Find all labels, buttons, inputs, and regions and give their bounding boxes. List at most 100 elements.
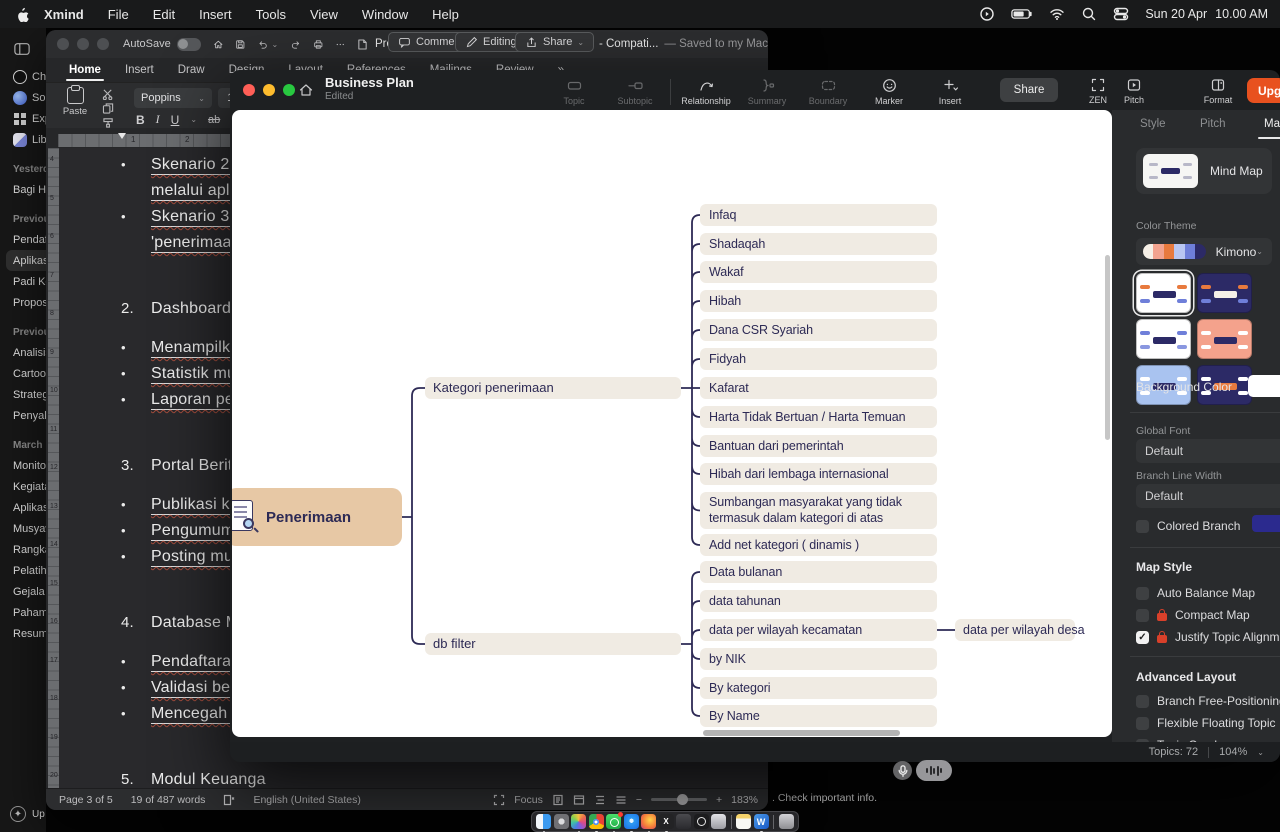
chatgpt-history-item[interactable]: Gejala — [0, 581, 46, 602]
minimize-button[interactable] — [263, 84, 275, 96]
checkbox[interactable] — [1136, 587, 1149, 600]
canvas-zoom-level[interactable]: 104% — [1219, 746, 1247, 758]
mindmap-subtopic[interactable]: By Name — [700, 705, 937, 727]
theme-thumbnail[interactable] — [1136, 273, 1191, 313]
word-count[interactable]: 19 of 487 words — [131, 794, 206, 806]
checkbox[interactable] — [1136, 609, 1149, 622]
paste-button[interactable]: Paste — [56, 87, 94, 125]
view-print-icon[interactable] — [552, 794, 564, 806]
autosave-switch[interactable] — [177, 38, 201, 51]
menubar-menu-insert[interactable]: Insert — [189, 7, 242, 22]
menubar-menu-window[interactable]: Window — [352, 7, 418, 22]
mindmap-subtopic[interactable]: data per wilayah kecamatan — [700, 619, 937, 641]
option-row[interactable]: Branch Free-Positioning — [1136, 690, 1280, 712]
dock-icon-firefox[interactable] — [641, 814, 656, 829]
mindmap-subtopic[interactable]: Hibah dari lembaga internasional — [700, 463, 937, 485]
bold-button[interactable]: B — [136, 113, 145, 127]
chatgpt-history-item[interactable]: Musyaw — [0, 518, 46, 539]
theme-thumbnail[interactable] — [1197, 273, 1252, 313]
cut-icon[interactable] — [102, 87, 115, 98]
menubar-menu-edit[interactable]: Edit — [143, 7, 185, 22]
mindmap-subtopic[interactable]: Wakaf — [700, 261, 937, 283]
dock-icon-clock[interactable] — [694, 814, 709, 829]
chatgpt-history-item[interactable]: Padi Ken — [0, 271, 46, 292]
chatgpt-history-item[interactable]: Cartoon — [0, 363, 46, 384]
chatgpt-history-item[interactable]: Pendafta — [0, 229, 46, 250]
menubar-menu-file[interactable]: File — [98, 7, 139, 22]
pitch-button[interactable]: Pitch — [1108, 77, 1160, 105]
format-painter-icon[interactable] — [102, 115, 115, 126]
sidebar-item-library[interactable]: Lib — [0, 129, 46, 150]
toolbar-insert-button[interactable]: Insert — [924, 73, 976, 106]
chatgpt-history-item[interactable]: Kegiatan — [0, 476, 46, 497]
checkbox[interactable] — [1136, 695, 1149, 708]
word-window-controls[interactable] — [46, 38, 109, 50]
dictation-widget[interactable] — [893, 760, 952, 781]
spotlight-search-icon[interactable] — [1081, 6, 1097, 22]
background-color-swatch[interactable] — [1248, 375, 1280, 397]
wifi-icon[interactable] — [1049, 6, 1065, 22]
view-draft-icon[interactable] — [615, 794, 627, 806]
chatgpt-history-item[interactable]: Paham A — [0, 602, 46, 623]
panel-tab-style[interactable]: Style — [1140, 118, 1166, 130]
home-icon[interactable] — [298, 82, 314, 98]
dock-icon-photos[interactable] — [571, 814, 586, 829]
option-row[interactable]: ✓Justify Topic Alignment — [1136, 626, 1280, 648]
proofing-icon[interactable] — [223, 794, 235, 806]
mindmap-subtopic[interactable]: by NIK — [700, 648, 937, 670]
color-theme-select[interactable]: Kimono ⌄ — [1136, 238, 1272, 265]
dock-icon-java[interactable] — [711, 814, 726, 829]
option-row[interactable]: Flexible Floating Topic — [1136, 712, 1280, 734]
option-row[interactable]: Compact Map — [1136, 604, 1280, 626]
vertical-ruler[interactable]: 4567891011121314151617181920 — [48, 148, 59, 788]
zoom-out-button[interactable]: − — [636, 794, 642, 806]
format-button[interactable]: Format — [1192, 77, 1244, 105]
menubar-menu-view[interactable]: View — [300, 7, 348, 22]
branch-line-width-select[interactable]: Default — [1136, 484, 1280, 508]
mindmap-subtopic[interactable]: By kategori — [700, 677, 937, 699]
indent-marker[interactable] — [118, 133, 126, 139]
dock-icon-files[interactable] — [676, 814, 691, 829]
chatgpt-history-item[interactable]: Analisis — [0, 342, 46, 363]
xmind-titlebar[interactable]: Business Plan Edited TopicSubtopicRelati… — [230, 70, 1280, 110]
menubar-menu-help[interactable]: Help — [422, 7, 469, 22]
chatgpt-history-item[interactable]: Resume — [0, 623, 46, 644]
chatgpt-history-item[interactable]: Monitori — [0, 455, 46, 476]
undo-icon[interactable] — [258, 37, 269, 52]
canvas-vertical-scrollbar[interactable] — [1105, 255, 1110, 440]
zoom-percentage[interactable]: 183% — [731, 794, 758, 806]
ribbon-tab-home[interactable]: Home — [58, 61, 112, 79]
toolbar-relationship-button[interactable]: Relationship — [680, 73, 732, 106]
home-icon[interactable] — [213, 37, 224, 52]
mindmap-subtopic[interactable]: Add net kategori ( dinamis ) — [700, 534, 937, 556]
mindmap-subtopic[interactable]: Harta Tidak Bertuan / Harta Temuan — [700, 406, 937, 428]
global-font-select[interactable]: Default — [1136, 439, 1280, 463]
font-name-select[interactable]: Poppins⌄ — [134, 88, 212, 108]
panel-tab-pitch[interactable]: Pitch — [1200, 118, 1226, 130]
chatgpt-history-item[interactable]: Bagi Has — [0, 179, 46, 200]
checkbox[interactable]: ✓ — [1136, 631, 1149, 644]
redo-icon[interactable] — [290, 37, 301, 52]
mindmap-subtopic[interactable]: Kafarat — [700, 377, 937, 399]
print-icon[interactable] — [313, 37, 324, 52]
underline-chevron-icon[interactable]: ⌄ — [190, 115, 197, 124]
sidebar-item-chatgpt[interactable]: Cha — [0, 66, 46, 87]
zoom-button[interactable] — [283, 84, 295, 96]
xmind-share-button[interactable]: Share — [1000, 78, 1058, 102]
minimize-button[interactable] — [77, 38, 89, 50]
view-outline-icon[interactable] — [594, 794, 606, 806]
chevron-down-icon[interactable]: ⌄ — [1257, 748, 1264, 757]
mindmap-subtopic[interactable]: Fidyah — [700, 348, 937, 370]
chatgpt-history-item[interactable]: Proposa — [0, 292, 46, 313]
menubar-menu-tools[interactable]: Tools — [246, 7, 296, 22]
mindmap-branch-topic[interactable]: Kategori penerimaan — [425, 377, 681, 399]
xmind-window-controls[interactable] — [243, 84, 295, 96]
mindmap-subtopic[interactable]: Infaq — [700, 204, 937, 226]
underline-button[interactable]: U — [171, 113, 180, 127]
mindmap-branch-topic[interactable]: db filter — [425, 633, 681, 655]
mindmap-subtopic[interactable]: Data bulanan — [700, 561, 937, 583]
dock-icon-settings[interactable] — [554, 814, 569, 829]
language-indicator[interactable]: English (United States) — [253, 794, 360, 806]
copy-icon[interactable] — [102, 101, 115, 112]
save-icon[interactable] — [235, 37, 246, 52]
